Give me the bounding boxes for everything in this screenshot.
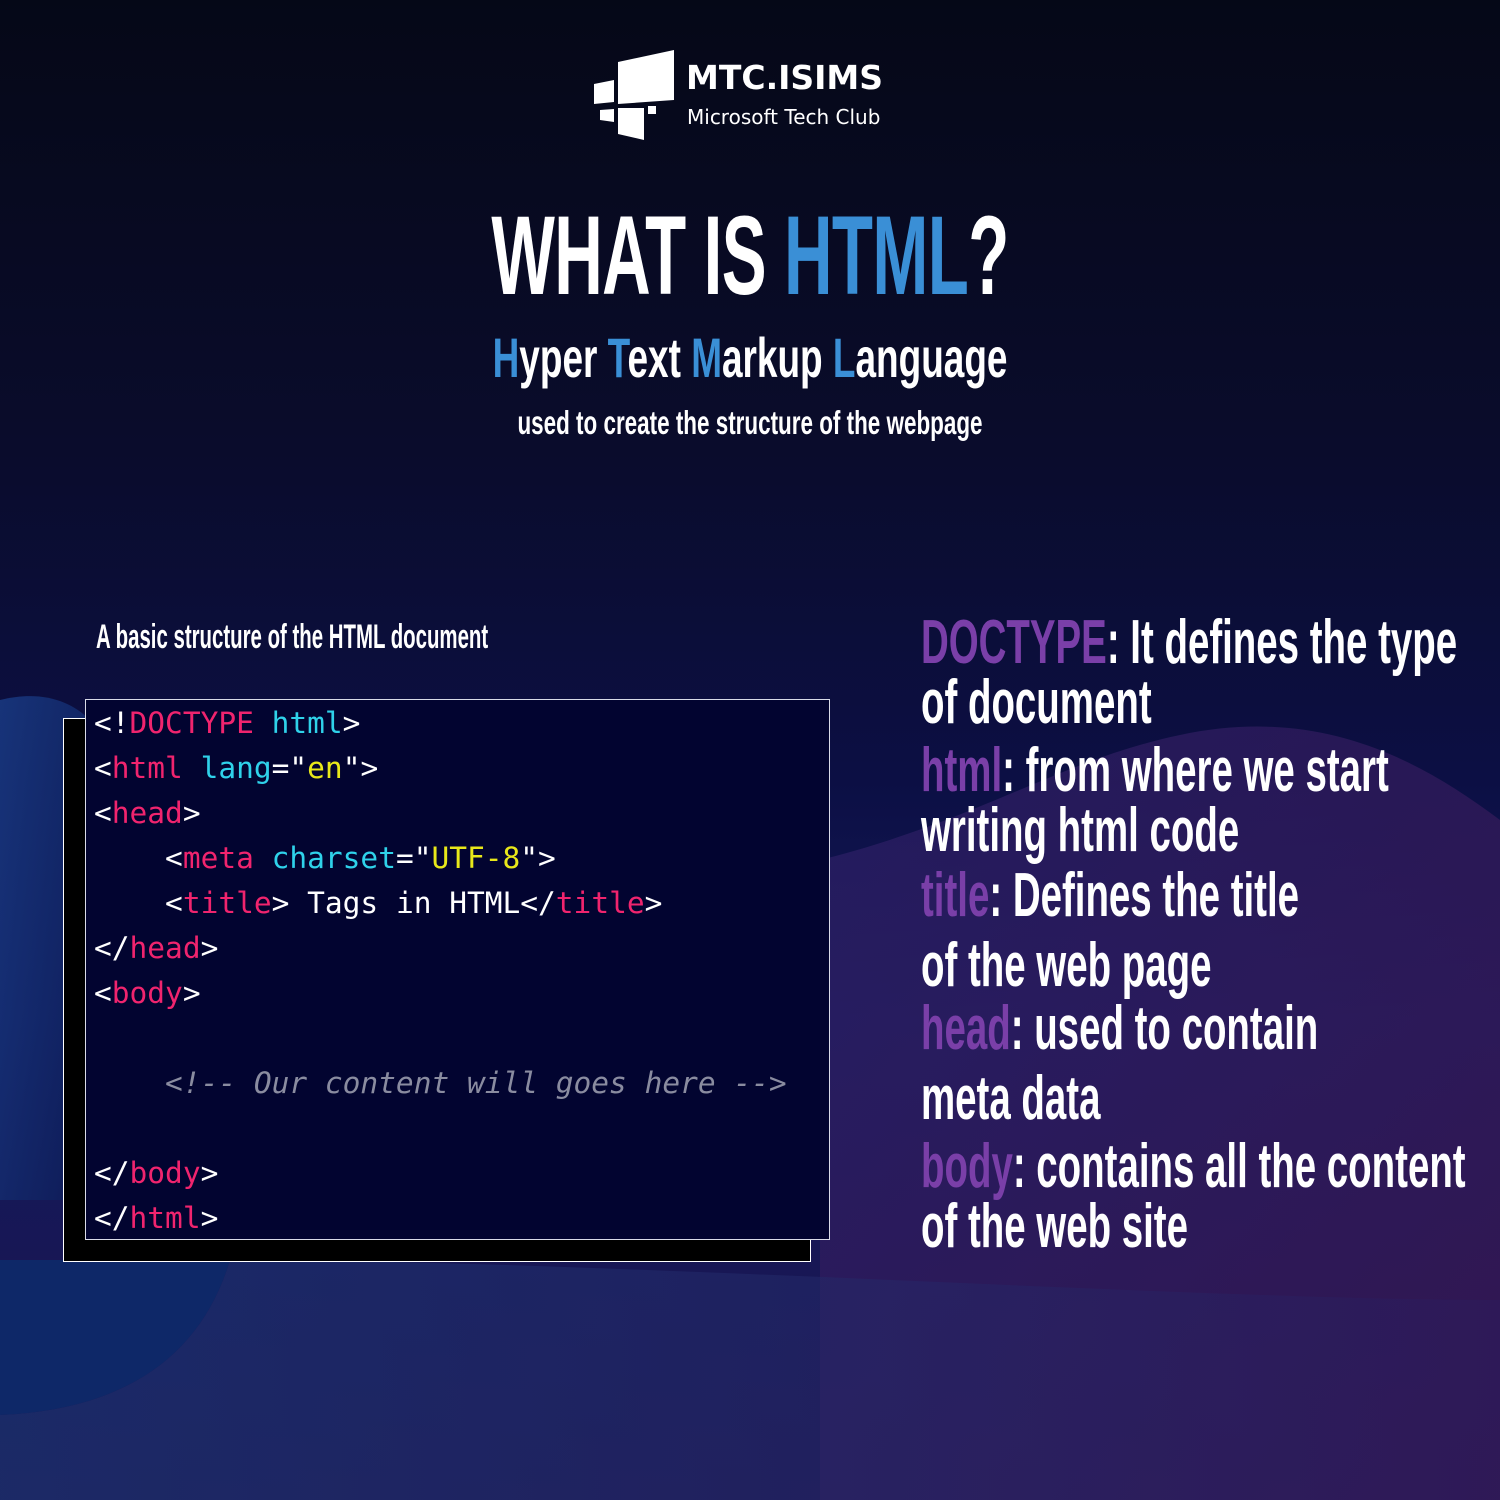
code-line: <!DOCTYPE html> xyxy=(94,703,360,743)
code-token: title xyxy=(182,886,272,920)
definition-text: : from where we start xyxy=(1002,736,1389,805)
code-line: <body> xyxy=(94,973,201,1013)
acronym-initial: H xyxy=(492,326,520,389)
definition-line: title: Defines the title xyxy=(921,865,1500,927)
definition-text: of the web site xyxy=(921,1192,1188,1261)
code-token: =" xyxy=(395,841,432,875)
code-token: "> xyxy=(342,751,379,785)
code-token: charset xyxy=(271,841,396,875)
code-token: body xyxy=(129,1156,201,1190)
acronym-initial: M xyxy=(691,326,722,389)
acronym-initial: L xyxy=(832,326,856,389)
code-token: meta xyxy=(182,841,254,875)
definition-text: of document xyxy=(921,668,1152,737)
definition-line: DOCTYPE: It defines the type xyxy=(921,612,1500,674)
code-token: html xyxy=(129,1201,201,1235)
infographic: MTC.ISIMS Microsoft Tech Club WHAT IS H T… xyxy=(0,0,1500,1500)
club-logo: MTC.ISIMS Microsoft Tech Club xyxy=(590,48,910,148)
definition-line: html: from where we start xyxy=(921,740,1500,802)
definition-line: head: used to contain xyxy=(921,998,1500,1060)
tag-definitions: DOCTYPE: It defines the type of document h… xyxy=(921,0,1500,1500)
acronym-word: Text xyxy=(608,326,681,389)
definition-keyword: DOCTYPE xyxy=(921,608,1107,677)
code-line: <head> xyxy=(94,793,201,833)
code-token: <!-- Our content will goes here --> xyxy=(94,1066,787,1100)
definition-keyword: head xyxy=(921,994,1011,1063)
acronym-word: Hyper xyxy=(493,326,598,389)
definition-text: meta data xyxy=(921,1064,1101,1133)
acronym-initial: T xyxy=(607,326,628,389)
code-token: > xyxy=(182,976,201,1010)
definition-line: writing html code xyxy=(921,800,1434,862)
code-panel: <!DOCTYPE html> <html lang="en"> <head> <m… xyxy=(85,699,830,1240)
code-caption: A basic structure of the HTML document xyxy=(96,618,489,656)
definition-text: of the web page xyxy=(921,931,1212,1000)
code-token: body xyxy=(111,976,183,1010)
code-token: > xyxy=(644,886,663,920)
acronym-word: Markup xyxy=(691,326,822,389)
code-token: > xyxy=(200,1156,219,1190)
definition-line: of the web page xyxy=(921,935,1389,997)
code-token: head xyxy=(111,796,183,830)
code-token: < xyxy=(94,886,183,920)
definition-keyword: title xyxy=(921,861,990,930)
code-token: title xyxy=(555,886,645,920)
title-prefix: WHAT IS xyxy=(491,193,784,318)
code-token: html xyxy=(111,751,183,785)
code-token: html xyxy=(271,706,343,740)
code-token: > xyxy=(200,1201,219,1235)
stacked-windows-icon xyxy=(594,50,674,140)
code-token: </ xyxy=(94,1201,130,1235)
definition-keyword: body xyxy=(921,1132,1013,1201)
code-token: </ xyxy=(94,1156,130,1190)
definition-text: : Defines the title xyxy=(989,861,1300,930)
code-line: <title> Tags in HTML</title> xyxy=(94,883,662,923)
code-token: "> xyxy=(520,841,556,875)
acronym-rest: ext xyxy=(627,326,681,389)
acronym-rest: yper xyxy=(519,326,598,389)
code-token: < xyxy=(94,796,112,830)
code-token: <! xyxy=(94,706,130,740)
code-token: =" xyxy=(271,751,308,785)
definition-line: of the web site xyxy=(921,1196,1352,1258)
code-line: </head> xyxy=(94,928,218,968)
code-token: lang xyxy=(200,751,272,785)
code-line: </html> xyxy=(94,1198,218,1238)
code-token: UTF-8 xyxy=(431,841,521,875)
code-line: <!-- Our content will goes here --> xyxy=(94,1063,787,1103)
code-token: > xyxy=(182,796,201,830)
code-token: < xyxy=(94,841,183,875)
definition-text: : It defines the type xyxy=(1106,608,1458,677)
definition-line: body: contains all the content xyxy=(921,1136,1500,1198)
definition-text: : used to contain xyxy=(1010,994,1319,1063)
club-subtitle: Microsoft Tech Club xyxy=(687,105,881,129)
code-token: </ xyxy=(94,931,130,965)
code-token: en xyxy=(307,751,343,785)
definition-line: of document xyxy=(921,672,1293,734)
code-line: <html lang="en"> xyxy=(94,748,378,788)
code-line: </body> xyxy=(94,1153,218,1193)
acronym-rest: arkup xyxy=(721,326,823,389)
club-name: MTC.ISIMS xyxy=(686,58,884,97)
definition-text: : contains all the content xyxy=(1012,1132,1466,1201)
code-line: <meta charset="UTF-8"> xyxy=(94,838,556,878)
definition-keyword: html xyxy=(921,736,1003,805)
code-token: DOCTYPE xyxy=(129,706,254,740)
code-token: > xyxy=(200,931,219,965)
code-token: < xyxy=(94,751,112,785)
code-token: < xyxy=(94,976,112,1010)
code-token: head xyxy=(129,931,201,965)
code-token: > Tags in HTML</ xyxy=(271,886,556,920)
definition-text: writing html code xyxy=(921,796,1240,865)
definition-line: meta data xyxy=(921,1068,1210,1130)
code-token: > xyxy=(342,706,361,740)
